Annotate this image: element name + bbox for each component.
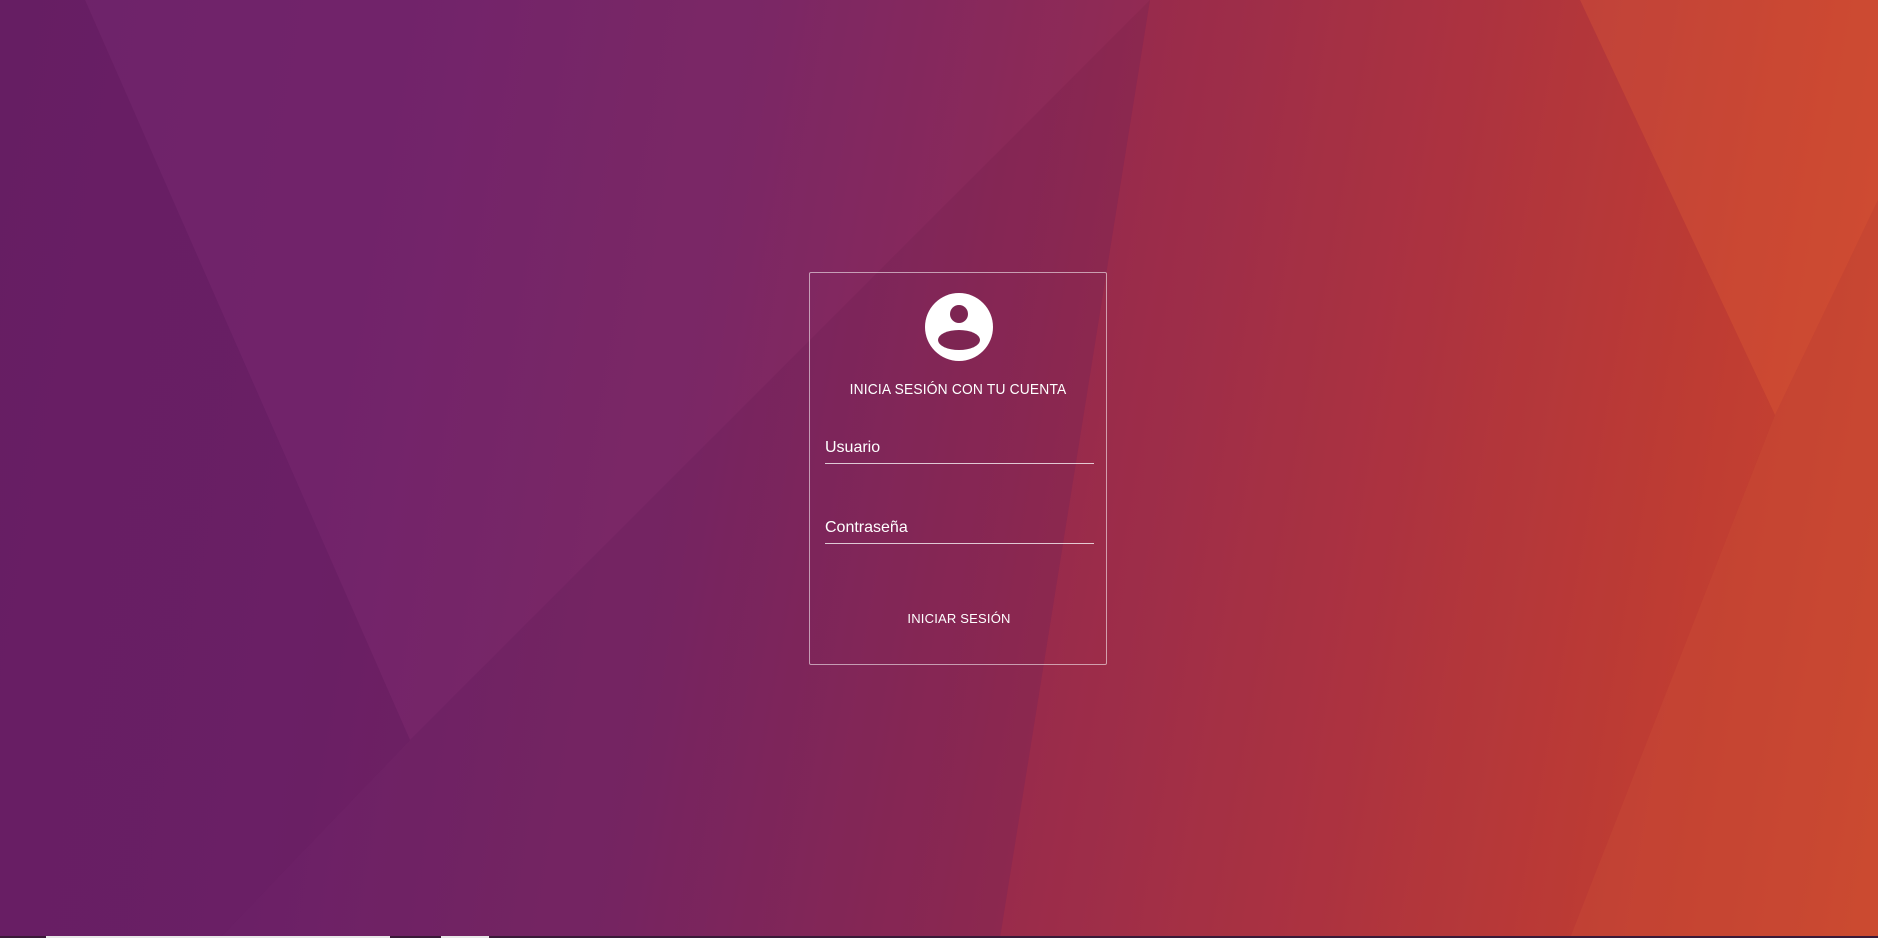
login-title: INICIA SESIÓN CON TU CUENTA (849, 381, 1067, 398)
account-circle-icon (925, 293, 993, 361)
password-input[interactable] (825, 516, 1094, 544)
login-card: INICIA SESIÓN CON TU CUENTA INICIAR SESI… (809, 272, 1107, 665)
login-button[interactable]: INICIAR SESIÓN (894, 603, 1024, 633)
username-input[interactable] (825, 436, 1094, 464)
